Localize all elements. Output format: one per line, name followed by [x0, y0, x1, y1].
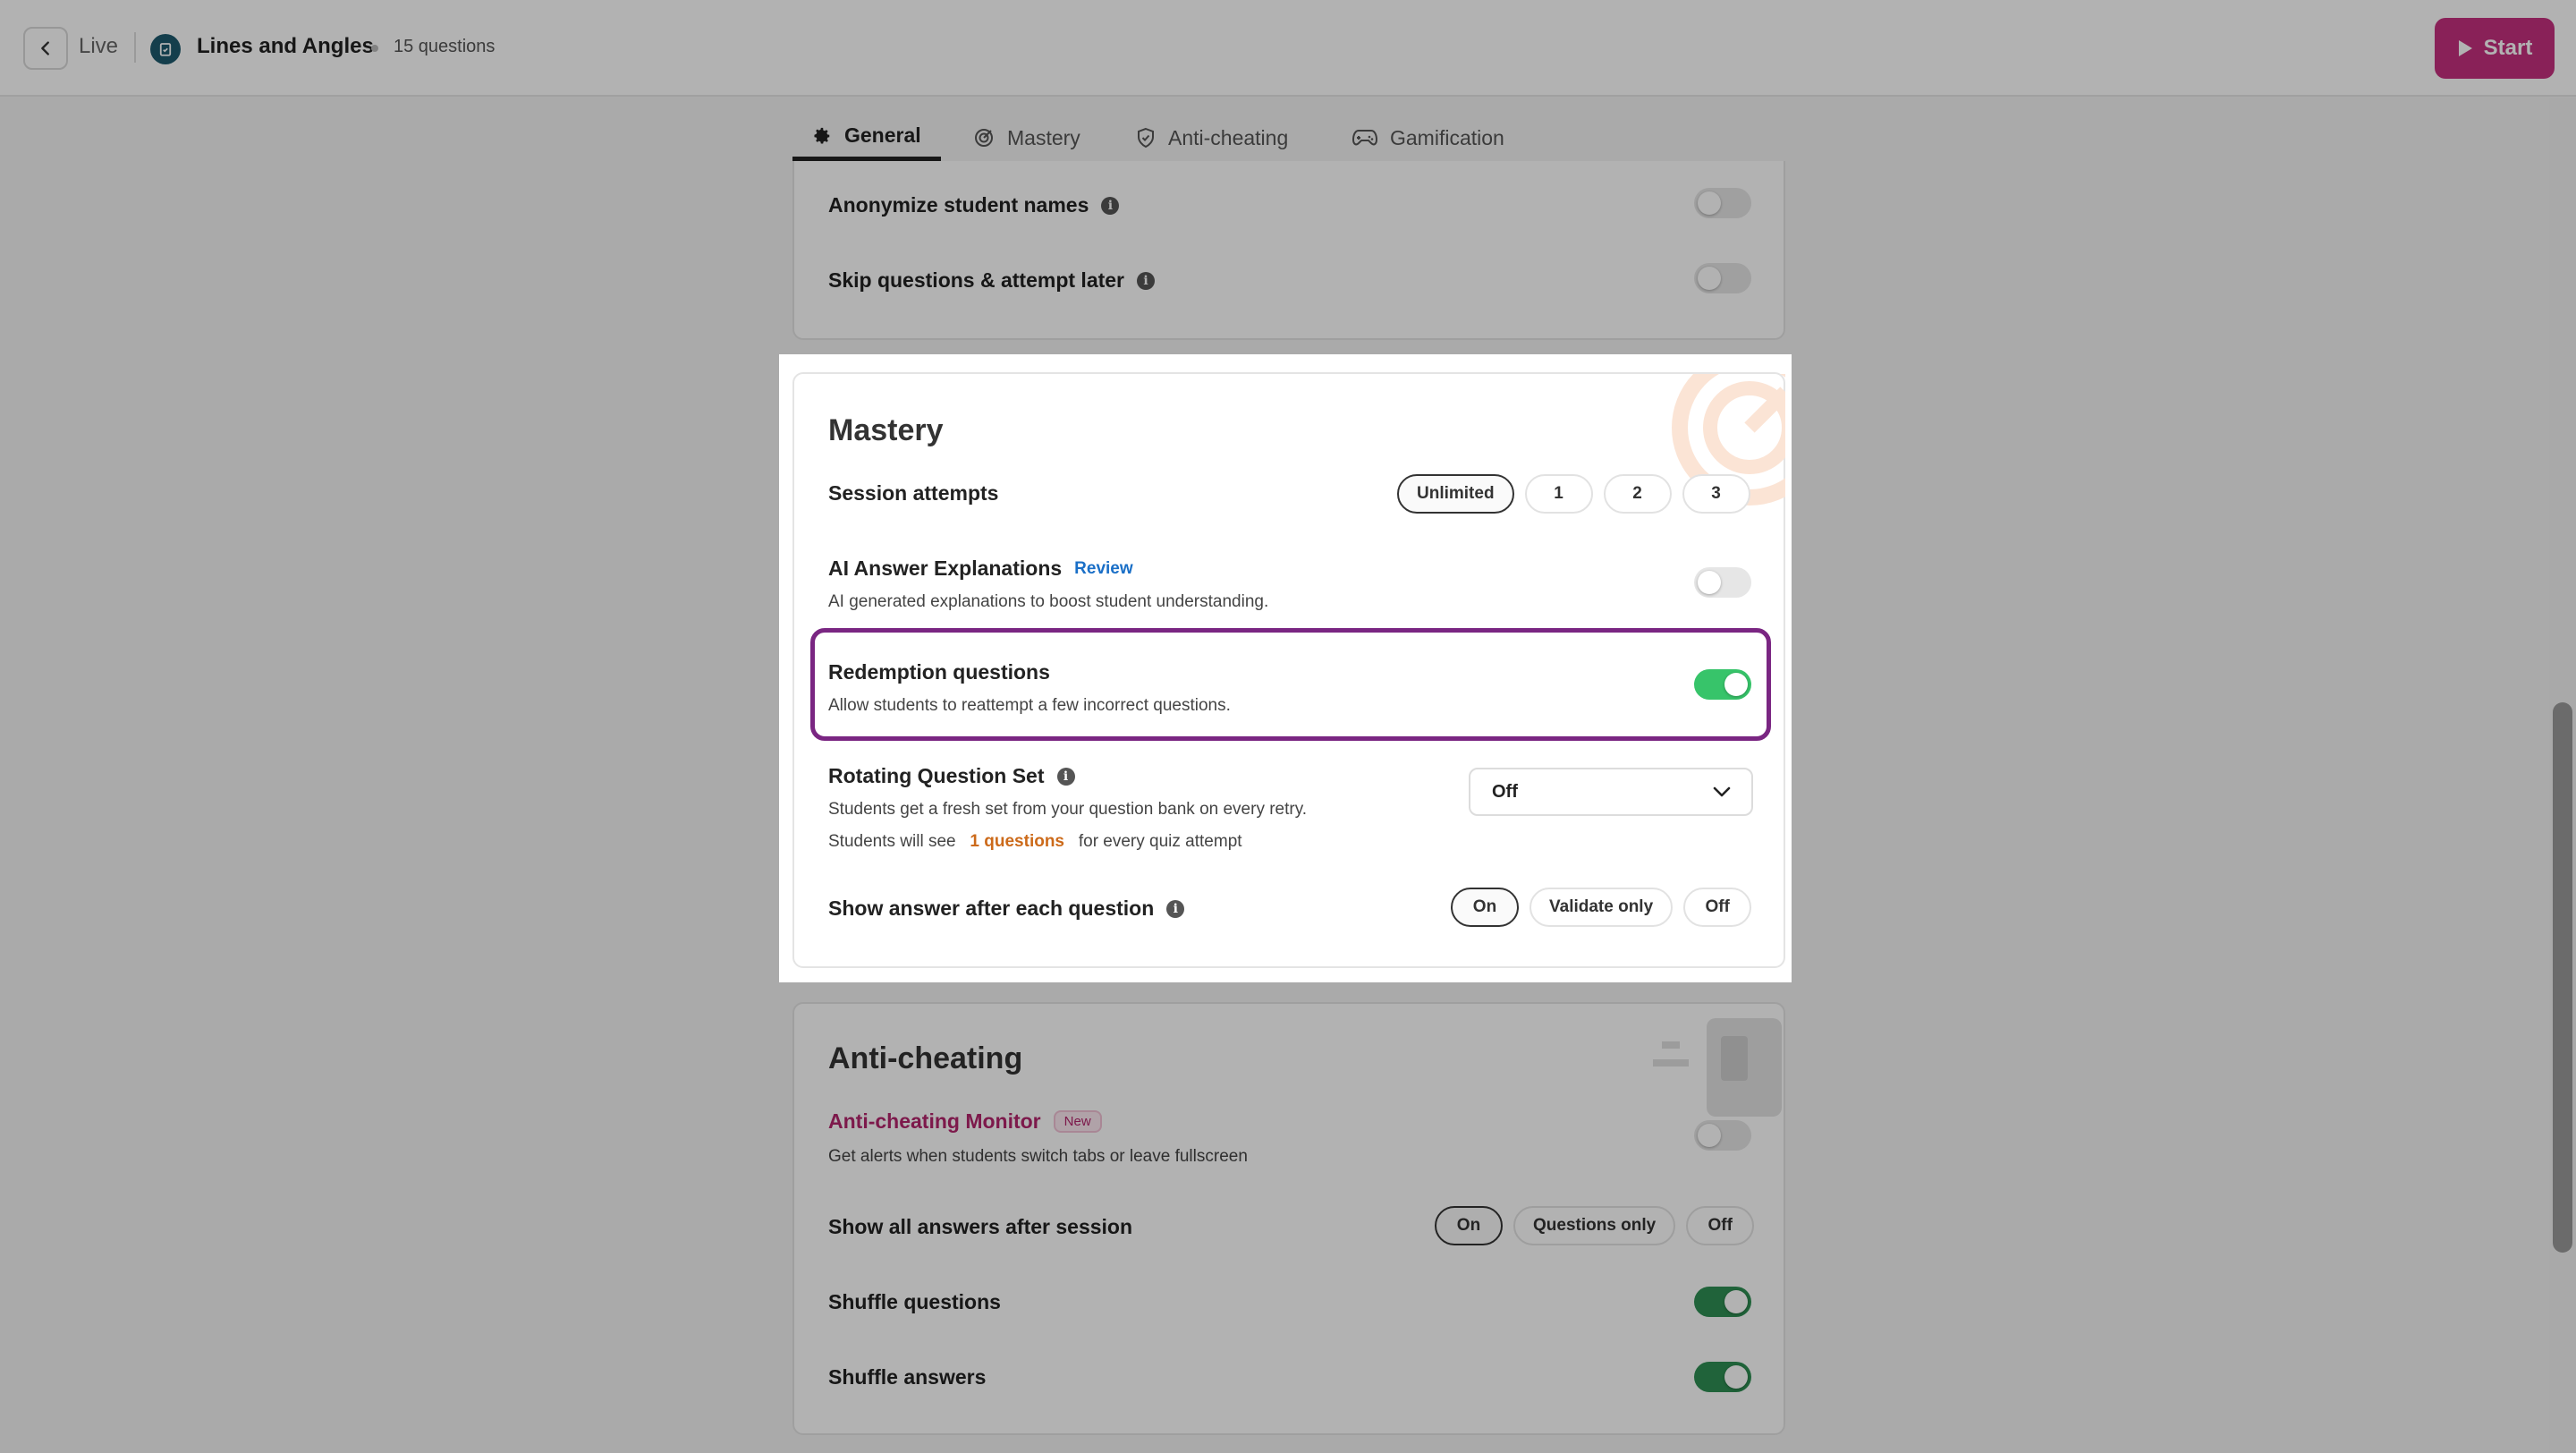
tab-mastery-label: Mastery — [1007, 125, 1080, 149]
rotating-set-summary: Students will see 1 questions for every … — [828, 832, 1242, 852]
attempts-unlimited-option[interactable]: Unlimited — [1397, 474, 1514, 514]
show-answer-label: Show answer after each question — [828, 896, 1155, 920]
anti-cheating-title: Anti-cheating — [828, 1041, 1023, 1075]
show-answer-row: Show answer after each question i — [828, 896, 1185, 921]
redemption-toggle[interactable] — [1694, 669, 1751, 700]
anonymize-row: Anonymize student names i — [828, 193, 1120, 217]
top-header: Live Lines and Angles 15 questions Start — [0, 0, 2576, 97]
rotating-set-description: Students get a fresh set from your quest… — [828, 800, 1308, 819]
quiz-icon — [150, 34, 181, 64]
show-all-answers-row: Show all answers after session — [828, 1215, 1132, 1239]
tab-mastery[interactable]: Mastery — [973, 115, 1080, 161]
ai-explanations-label: AI Answer Explanations — [828, 557, 1063, 580]
tab-gamification-label: Gamification — [1390, 125, 1504, 149]
session-attempts-label: Session attempts — [828, 481, 999, 505]
gear-icon — [814, 127, 830, 144]
dim-overlay-right — [1792, 354, 2576, 982]
shuffle-answers-toggle[interactable] — [1694, 1362, 1751, 1392]
tab-general[interactable]: General — [792, 115, 941, 161]
rotating-see-count: 1 questions — [970, 832, 1064, 851]
header-divider — [134, 32, 136, 63]
tab-anti-cheating-label: Anti-cheating — [1168, 125, 1289, 149]
anonymize-toggle[interactable] — [1694, 188, 1751, 218]
show-answer-off-option[interactable]: Off — [1683, 888, 1752, 927]
mastery-title: Mastery — [828, 413, 944, 447]
shuffle-answers-row: Shuffle answers — [828, 1365, 986, 1389]
show-answer-validate-option[interactable]: Validate only — [1530, 888, 1674, 927]
info-icon[interactable]: i — [1101, 196, 1120, 215]
shuffle-questions-label: Shuffle questions — [828, 1290, 1001, 1313]
show-answer-options: On Validate only Off — [1451, 888, 1752, 927]
attempts-2-option[interactable]: 2 — [1603, 474, 1672, 514]
rotating-set-select[interactable]: Off — [1469, 768, 1753, 816]
tab-gamification[interactable]: Gamification — [1352, 115, 1504, 161]
redemption-highlight — [810, 628, 1771, 741]
back-button[interactable] — [23, 27, 68, 70]
review-link[interactable]: Review — [1074, 559, 1132, 579]
skip-toggle[interactable] — [1694, 263, 1751, 293]
monitor-description: Get alerts when students switch tabs or … — [828, 1147, 1248, 1166]
info-icon[interactable]: i — [1056, 767, 1075, 786]
chevron-down-icon — [1713, 786, 1731, 797]
mastery-card: Mastery Session attempts Unlimited 1 2 3… — [792, 372, 1785, 968]
start-label: Start — [2483, 36, 2533, 60]
attempts-3-option[interactable]: 3 — [1682, 474, 1750, 514]
general-settings-card: Anonymize student names i Skip questions… — [792, 161, 1785, 340]
new-badge: New — [1053, 1110, 1102, 1133]
rotating-see-suffix: for every quiz attempt — [1078, 832, 1242, 851]
gamepad-icon — [1352, 130, 1377, 146]
play-icon — [2458, 40, 2472, 56]
chevron-left-icon — [41, 41, 49, 55]
ai-explanations-toggle[interactable] — [1694, 567, 1751, 598]
info-icon[interactable]: i — [1166, 899, 1185, 918]
info-icon[interactable]: i — [1137, 271, 1156, 290]
show-answer-on-option[interactable]: On — [1451, 888, 1519, 927]
show-all-on-option[interactable]: On — [1435, 1206, 1503, 1245]
monitor-label: Anti-cheating Monitor — [828, 1109, 1041, 1133]
start-button[interactable]: Start — [2435, 18, 2555, 79]
anonymize-label: Anonymize student names — [828, 193, 1089, 217]
session-attempts-row: Session attempts — [828, 481, 998, 506]
rotating-set-value: Off — [1492, 781, 1518, 802]
monitor-toggle[interactable] — [1694, 1120, 1751, 1151]
ai-explanations-row: AI Answer Explanations Review — [828, 557, 1133, 581]
scrollbar-thumb[interactable] — [2553, 702, 2572, 1253]
quiz-title: Lines and Angles — [197, 34, 374, 58]
redemption-row: Redemption questions — [828, 660, 1050, 684]
shuffle-questions-row: Shuffle questions — [828, 1290, 1001, 1314]
show-all-answers-label: Show all answers after session — [828, 1215, 1133, 1238]
separator-dot — [371, 45, 378, 52]
tab-anti-cheating[interactable]: Anti-cheating — [1136, 115, 1288, 161]
rotating-see-prefix: Students will see — [828, 832, 956, 851]
monitor-row: Anti-cheating Monitor New — [828, 1109, 1102, 1134]
session-attempts-options: Unlimited 1 2 3 — [1397, 474, 1750, 514]
ai-explanations-description: AI generated explanations to boost stude… — [828, 592, 1269, 611]
back-label[interactable]: Live — [79, 34, 118, 59]
show-all-answers-options: On Questions only Off — [1435, 1206, 1755, 1245]
rotating-set-label: Rotating Question Set — [828, 764, 1045, 787]
shield-icon — [1138, 127, 1154, 149]
shuffle-questions-toggle[interactable] — [1694, 1287, 1751, 1317]
anti-cheating-illustration-icon — [1653, 1018, 1782, 1117]
anti-cheating-card: Anti-cheating Anti-cheating Monitor New … — [792, 1002, 1785, 1435]
settings-tabs: General Mastery Anti-cheating Gamificati… — [792, 97, 1784, 161]
skip-row: Skip questions & attempt later i — [828, 268, 1156, 293]
redemption-label: Redemption questions — [828, 660, 1050, 684]
redemption-description: Allow students to reattempt a few incorr… — [828, 696, 1231, 715]
skip-label: Skip questions & attempt later — [828, 268, 1125, 292]
question-count: 15 questions — [394, 37, 496, 56]
shuffle-answers-label: Shuffle answers — [828, 1365, 987, 1389]
show-all-off-option[interactable]: Off — [1686, 1206, 1755, 1245]
tab-general-label: General — [844, 123, 921, 147]
target-icon — [975, 129, 993, 147]
rotating-set-row: Rotating Question Set i — [828, 764, 1075, 788]
attempts-1-option[interactable]: 1 — [1524, 474, 1593, 514]
show-all-questions-only-option[interactable]: Questions only — [1513, 1206, 1676, 1245]
dim-overlay-left — [0, 354, 779, 982]
